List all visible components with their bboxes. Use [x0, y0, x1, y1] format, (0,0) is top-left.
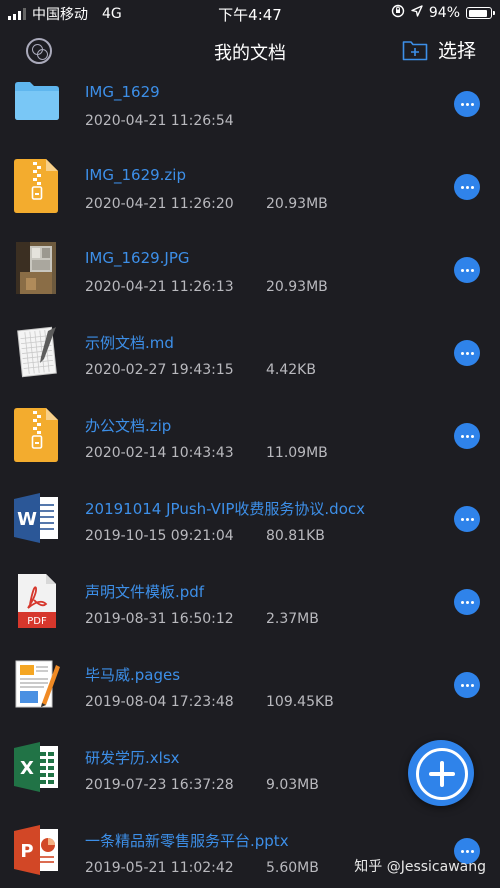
file-size: 5.60MB [266, 860, 319, 876]
file-row[interactable]: 毕马威.pages 2019-08-04 17:23:48 109.45KB [0, 657, 500, 740]
more-options-button[interactable] [454, 174, 480, 200]
file-name: IMG_1629.zip [85, 166, 186, 184]
file-name: 研发学历.xlsx [85, 749, 180, 767]
plus-icon [416, 748, 468, 800]
select-button[interactable]: 选择 [402, 36, 476, 63]
powerpoint-file-icon: P [14, 823, 60, 877]
more-options-button[interactable] [454, 340, 480, 366]
file-date: 2020-04-21 11:26:13 [85, 279, 234, 295]
battery-icon [466, 7, 495, 19]
file-row[interactable]: 办公文档.zip 2020-02-14 10:43:43 11.09MB [0, 408, 500, 491]
file-row[interactable]: IMG_1629 2020-04-21 11:26:54 [0, 76, 500, 159]
nav-bar: 我的文档 选择 [0, 26, 500, 76]
rotation-lock-icon [391, 4, 405, 22]
pages-file-icon [14, 657, 60, 711]
more-options-button[interactable] [454, 257, 480, 283]
file-date: 2020-02-14 10:43:43 [85, 445, 234, 461]
file-size: 20.93MB [266, 196, 328, 212]
file-date: 2020-04-21 11:26:20 [85, 196, 234, 212]
file-name: 毕马威.pages [85, 666, 181, 684]
file-row[interactable]: 示例文档.md 2020-02-27 19:43:15 4.42KB [0, 325, 500, 408]
file-name: 示例文档.md [85, 334, 174, 352]
more-options-button[interactable] [454, 423, 480, 449]
svg-text:W: W [17, 509, 37, 530]
status-bar: 中国移动 4G 下午4:47 94% [0, 0, 500, 26]
svg-text:X: X [20, 758, 34, 779]
file-size: 80.81KB [266, 528, 325, 544]
word-file-icon: W [14, 491, 60, 545]
svg-text:PDF: PDF [27, 616, 47, 627]
more-options-button[interactable] [454, 91, 480, 117]
file-row[interactable]: IMG_1629.zip 2020-04-21 11:26:20 20.93MB [0, 159, 500, 242]
markdown-file-icon [14, 325, 60, 379]
file-name: IMG_1629.JPG [85, 249, 190, 267]
folder-icon [14, 81, 60, 135]
file-size: 11.09MB [266, 445, 328, 461]
file-date: 2019-08-31 16:50:12 [85, 611, 234, 627]
more-options-button[interactable] [454, 672, 480, 698]
zip-file-icon [14, 408, 60, 462]
file-size: 109.45KB [266, 694, 334, 710]
file-size: 4.42KB [266, 362, 316, 378]
new-folder-icon [402, 39, 428, 61]
location-arrow-icon [411, 5, 423, 21]
file-size: 20.93MB [266, 279, 328, 295]
file-name: 20191014 JPush-VIP收费服务协议.docx [85, 500, 366, 518]
file-date: 2019-07-23 16:37:28 [85, 777, 234, 793]
file-size: 2.37MB [266, 611, 319, 627]
add-button[interactable] [408, 740, 474, 806]
file-date: 2020-04-21 11:26:54 [85, 113, 234, 129]
file-date: 2019-05-21 11:02:42 [85, 860, 234, 876]
excel-file-icon: X [14, 740, 60, 794]
file-name: IMG_1629 [85, 83, 160, 101]
photo-thumbnail [16, 242, 56, 294]
battery-percent: 94% [428, 5, 460, 21]
svg-text:P: P [20, 841, 33, 862]
more-options-button[interactable] [454, 589, 480, 615]
file-row[interactable]: PDF 声明文件模板.pdf 2019-08-31 16:50:12 2.37M… [0, 574, 500, 657]
file-row[interactable]: IMG_1629.JPG 2020-04-21 11:26:13 20.93MB [0, 242, 500, 325]
watermark: 知乎 @Jessicawang [354, 859, 486, 875]
file-name: 办公文档.zip [85, 417, 172, 435]
file-name: 一条精品新零售服务平台.pptx [85, 832, 289, 850]
more-options-button[interactable] [454, 506, 480, 532]
file-date: 2019-08-04 17:23:48 [85, 694, 234, 710]
file-name: 声明文件模板.pdf [85, 583, 205, 601]
file-row[interactable]: W 20191014 JPush-VIP收费服务协议.docx 2019-10-… [0, 491, 500, 574]
zip-file-icon [14, 159, 60, 213]
pdf-file-icon: PDF [14, 574, 60, 628]
select-label: 选择 [437, 40, 476, 62]
file-size: 9.03MB [266, 777, 319, 793]
file-date: 2020-02-27 19:43:15 [85, 362, 234, 378]
file-date: 2019-10-15 09:21:04 [85, 528, 234, 544]
